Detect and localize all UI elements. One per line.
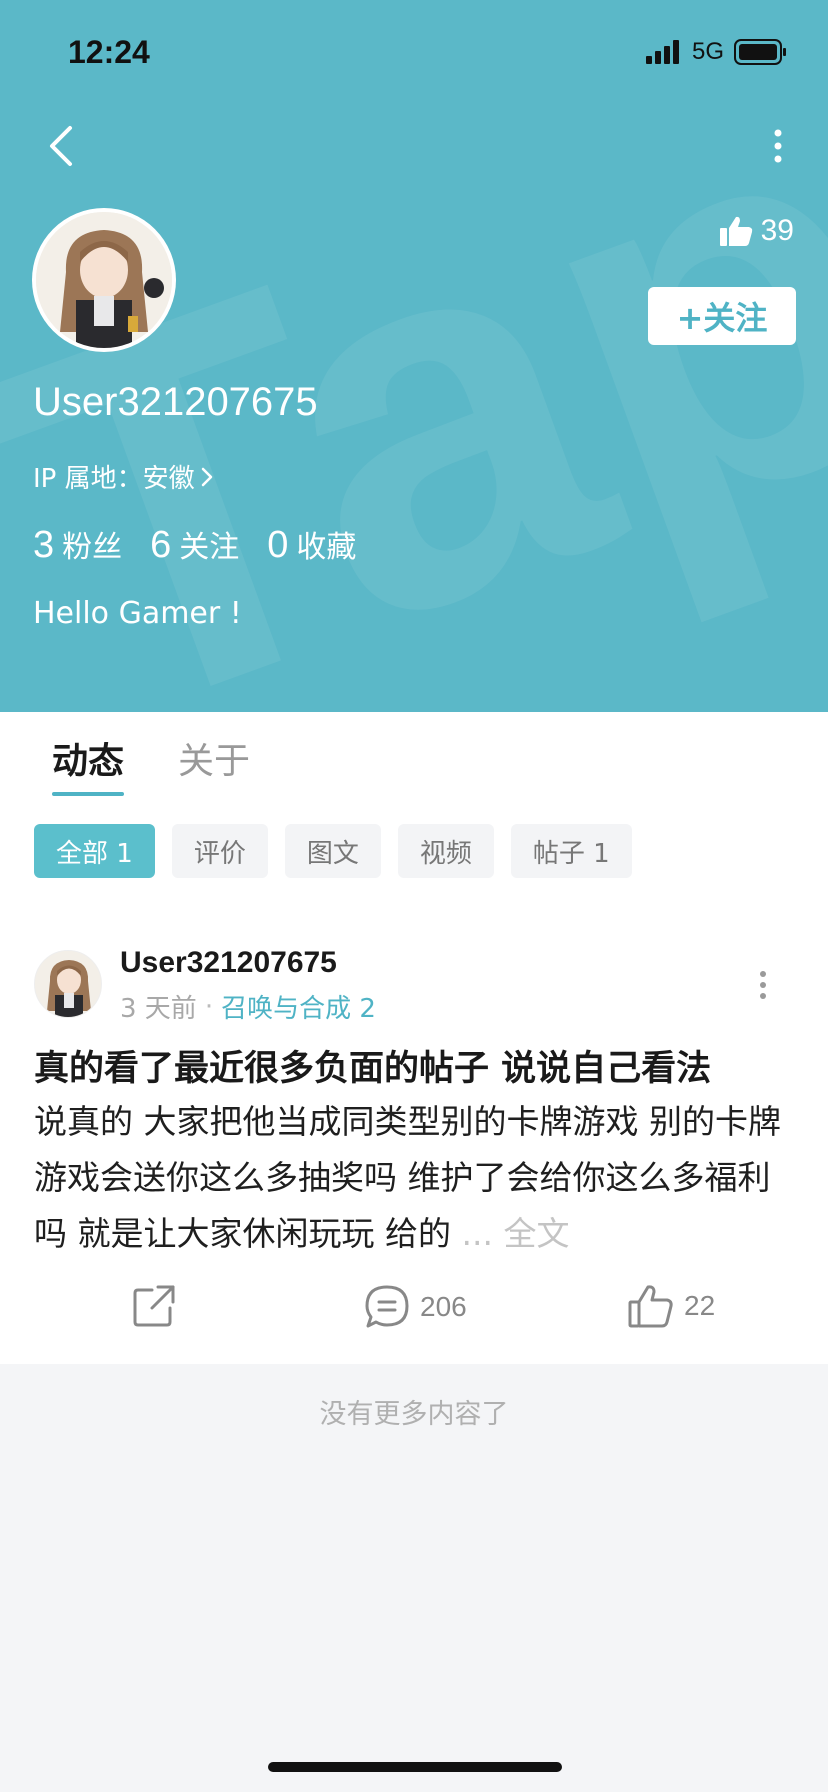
profile-username: User321207675 bbox=[33, 380, 318, 424]
share-button[interactable] bbox=[132, 1284, 176, 1328]
post-body-text: 说真的 大家把他当成同类型别的卡牌游戏 别的卡牌游戏会送你这么多抽奖吗 维护了会… bbox=[34, 1102, 781, 1253]
post-actions: 206 22 bbox=[0, 1274, 828, 1354]
profile-avatar[interactable] bbox=[32, 208, 176, 352]
following-label[interactable]: 关注 bbox=[179, 522, 239, 566]
post-meta: 3 天前 · 召唤与合成 2 bbox=[120, 988, 376, 1025]
avatar-image bbox=[36, 212, 172, 348]
ip-label: IP 属地：安徽 bbox=[33, 464, 195, 494]
fans-count[interactable]: 3 bbox=[33, 524, 54, 567]
fans-label[interactable]: 粉丝 bbox=[62, 522, 122, 566]
battery-icon bbox=[734, 39, 786, 65]
post-time: 3 天前 bbox=[120, 994, 197, 1024]
filter-reviews[interactable]: 评价 bbox=[171, 824, 268, 878]
status-indicators: 5G bbox=[645, 38, 788, 66]
thumbs-up-icon bbox=[719, 216, 752, 246]
ip-location[interactable]: IP 属地：安徽 bbox=[33, 458, 215, 495]
network-label: 5G bbox=[691, 38, 724, 65]
back-arrow-icon bbox=[50, 126, 72, 166]
avatar-image bbox=[35, 951, 101, 1017]
chevron-right-icon bbox=[201, 467, 212, 486]
favorites-label[interactable]: 收藏 bbox=[296, 522, 356, 566]
more-options-button[interactable] bbox=[768, 128, 788, 164]
follow-button[interactable]: +关注 bbox=[648, 287, 796, 345]
profile-header: Tap 12:24 5G 39 +关注 User321207675 IP 属地：… bbox=[0, 0, 828, 712]
favorites-count[interactable]: 0 bbox=[267, 524, 288, 567]
comment-count: 206 bbox=[420, 1291, 467, 1322]
status-bar: 12:24 5G bbox=[0, 0, 828, 100]
signal-icon bbox=[645, 40, 679, 64]
filter-videos[interactable]: 视频 bbox=[397, 824, 494, 878]
post-more-button[interactable] bbox=[758, 970, 768, 1000]
profile-bio: Hello Gamer ! bbox=[33, 596, 242, 631]
filter-all[interactable]: 全部 1 bbox=[34, 824, 155, 878]
home-indicator[interactable] bbox=[268, 1762, 562, 1772]
comment-icon bbox=[365, 1285, 409, 1328]
like-button[interactable]: 22 bbox=[628, 1284, 715, 1328]
post-game-link[interactable]: 召唤与合成 2 bbox=[221, 988, 376, 1025]
profile-stats: 3 粉丝 6 关注 0 收藏 bbox=[33, 522, 384, 567]
more-vertical-icon bbox=[774, 129, 782, 163]
tab-activity[interactable]: 动态 bbox=[52, 732, 124, 784]
filter-chips: 全部 1 评价 图文 视频 帖子 1 bbox=[34, 824, 632, 878]
share-icon bbox=[133, 1285, 175, 1327]
tab-underline bbox=[52, 792, 124, 796]
post-title[interactable]: 真的看了最近很多负面的帖子 说说自己看法 bbox=[34, 1040, 794, 1091]
like-count: 22 bbox=[684, 1290, 716, 1321]
meta-separator: · bbox=[204, 991, 214, 1022]
status-time: 12:24 bbox=[68, 34, 150, 70]
profile-like-count: 39 bbox=[719, 214, 794, 248]
following-count[interactable]: 6 bbox=[150, 524, 171, 567]
more-vertical-icon bbox=[760, 971, 766, 999]
content-panel: 动态 关于 全部 1 评价 图文 视频 帖子 1 User321207675 3… bbox=[0, 712, 828, 1364]
back-button[interactable] bbox=[40, 120, 84, 172]
thumbs-up-icon bbox=[628, 1285, 673, 1328]
post-avatar[interactable] bbox=[34, 950, 102, 1018]
post-ellipsis: ... bbox=[461, 1214, 493, 1253]
post-username[interactable]: User321207675 bbox=[120, 946, 337, 980]
filter-posts[interactable]: 帖子 1 bbox=[510, 824, 632, 878]
comment-button[interactable]: 206 bbox=[364, 1284, 467, 1330]
post-body[interactable]: 说真的 大家把他当成同类型别的卡牌游戏 别的卡牌游戏会送你这么多抽奖吗 维护了会… bbox=[34, 1094, 798, 1262]
profile-tabs: 动态 关于 bbox=[0, 712, 828, 802]
like-count: 39 bbox=[760, 214, 794, 247]
filter-images[interactable]: 图文 bbox=[284, 824, 381, 878]
read-full-link[interactable]: 全文 bbox=[503, 1214, 569, 1253]
end-of-list-note: 没有更多内容了 bbox=[319, 1399, 509, 1430]
tab-about[interactable]: 关于 bbox=[178, 732, 250, 784]
